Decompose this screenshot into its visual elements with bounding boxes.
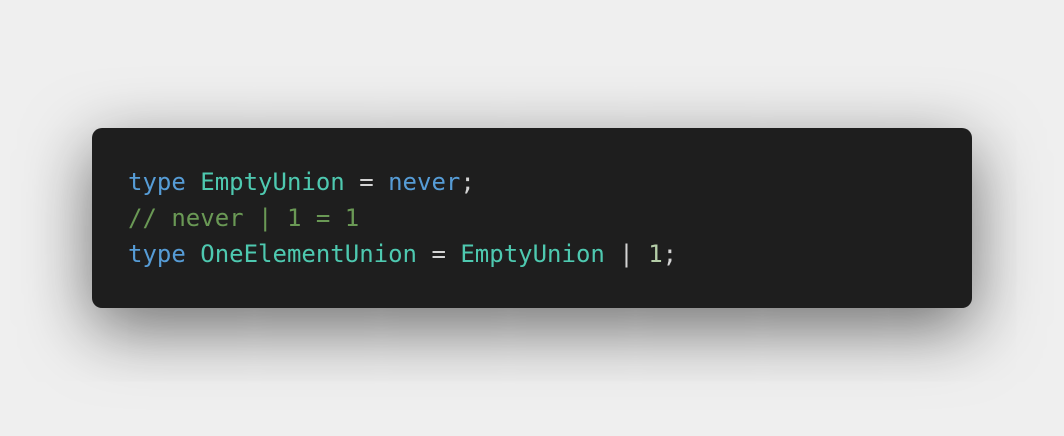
code-snippet-window: type EmptyUnion = never; // never | 1 = … — [92, 128, 972, 308]
type-name-token: OneElementUnion — [200, 240, 417, 268]
operator-token: = — [344, 168, 389, 196]
keyword-token: type — [128, 168, 186, 196]
keyword-token: never — [388, 168, 461, 196]
operator-token: = — [417, 240, 461, 268]
operator-token: | — [604, 240, 649, 268]
number-token: 1 — [648, 240, 663, 268]
comment-token: // never | 1 = 1 — [128, 204, 360, 232]
punctuation-token: ; — [460, 168, 475, 196]
code-line-1: type EmptyUnion = never; — [128, 164, 972, 200]
keyword-token: type — [128, 240, 186, 268]
code-line-3: type OneElementUnion = EmptyUnion | 1; — [128, 236, 972, 272]
code-line-2: // never | 1 = 1 — [128, 200, 972, 236]
punctuation-token: ; — [662, 240, 678, 268]
type-name-token: EmptyUnion — [460, 240, 605, 268]
type-name-token: EmptyUnion — [200, 168, 345, 196]
